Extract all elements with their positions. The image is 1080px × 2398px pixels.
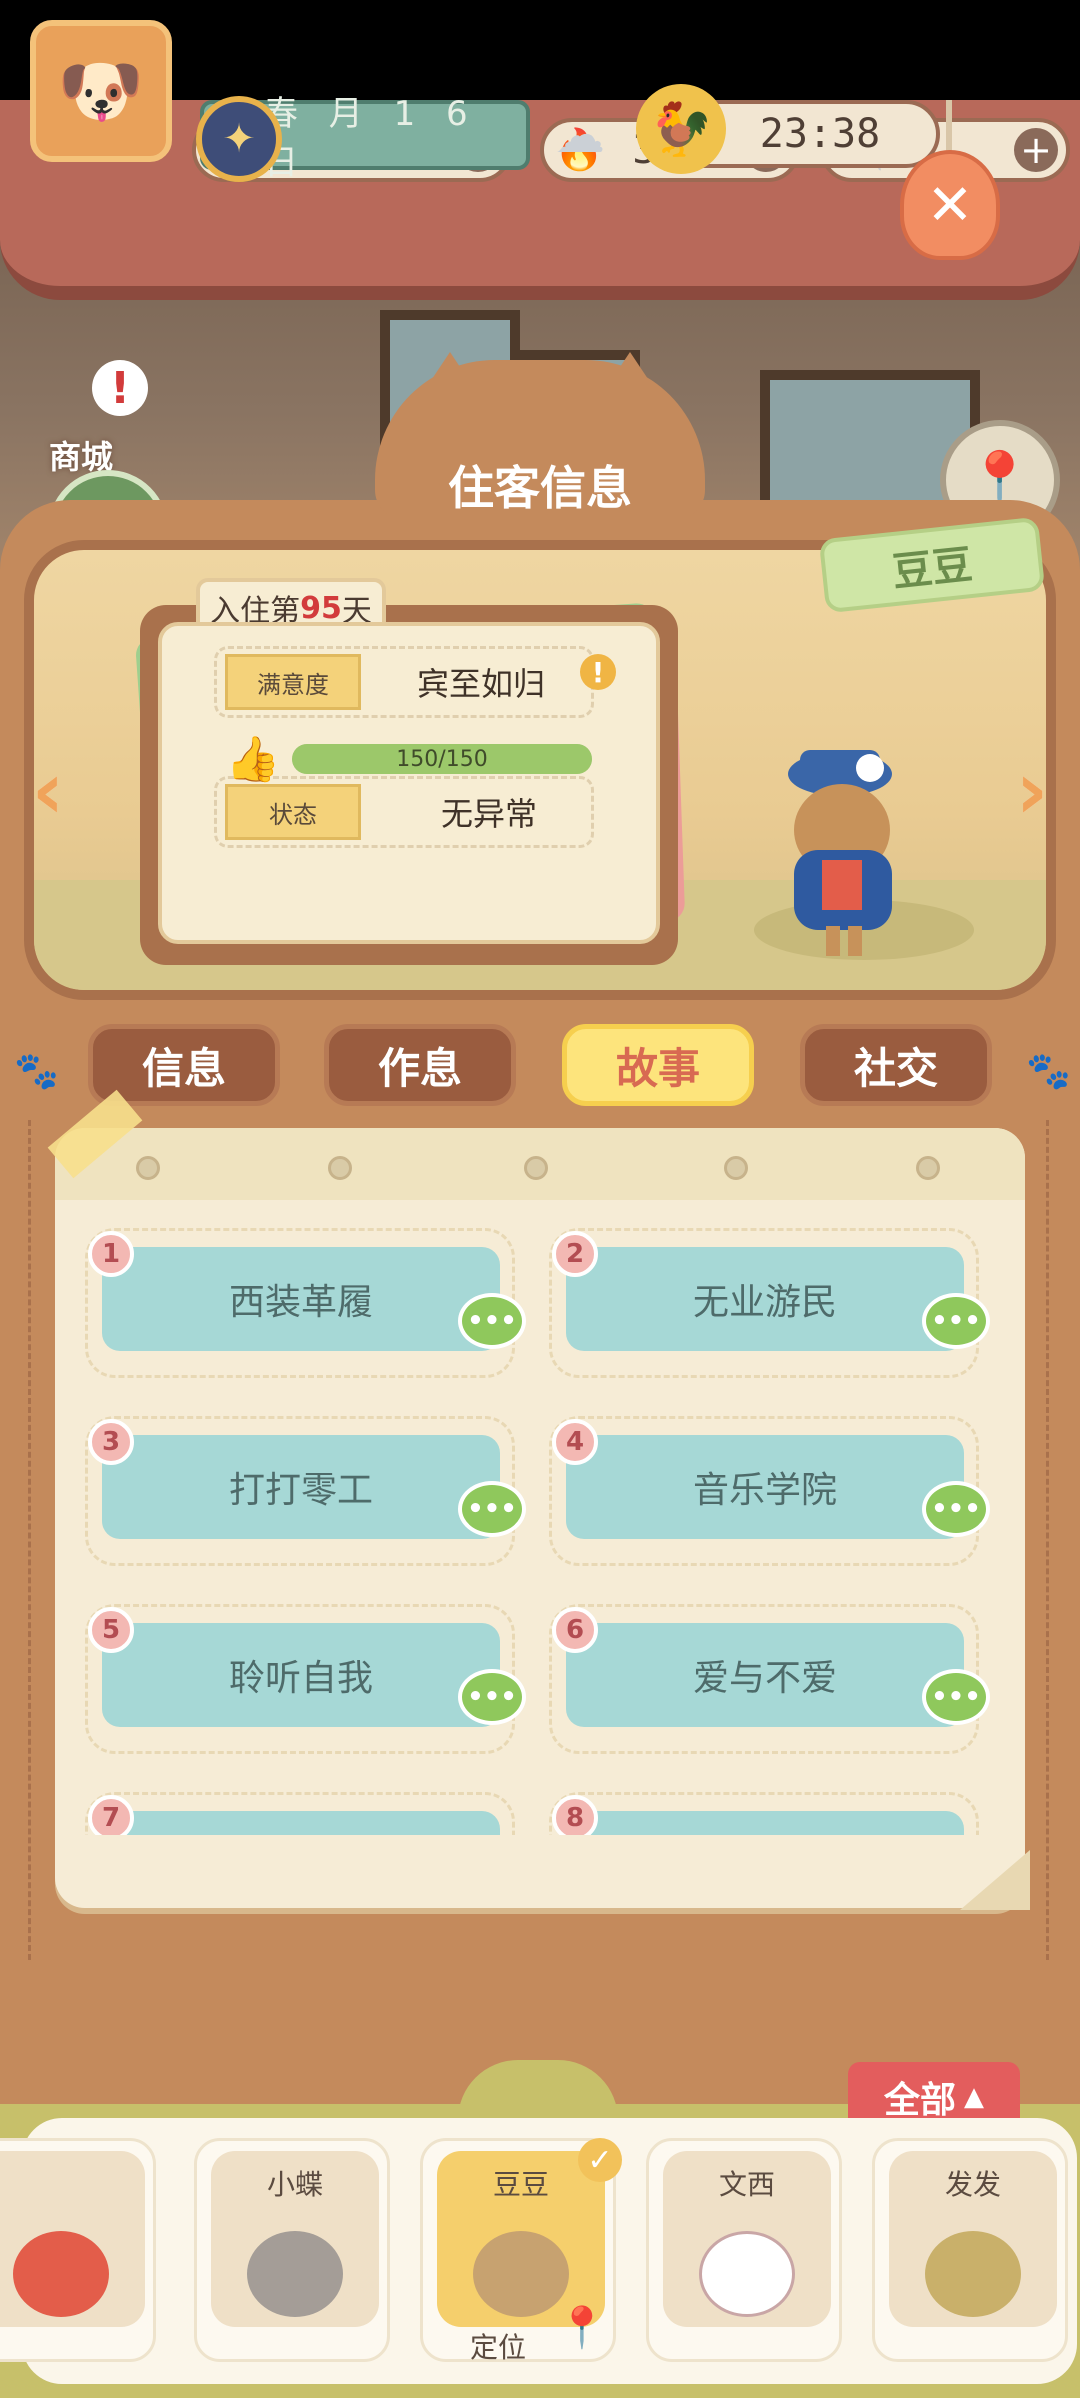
chat-bubble-icon: ••• — [922, 1293, 990, 1349]
tab-story[interactable]: 故事 — [562, 1024, 754, 1106]
story-item[interactable]: 聆听自我 5 ••• — [85, 1604, 526, 1754]
dog-avatar-icon: 🐶 — [57, 49, 145, 132]
binder-hole — [916, 1156, 940, 1180]
dashed-border — [28, 1120, 31, 1960]
prev-resident-button[interactable]: ‹ — [8, 740, 88, 840]
resident-name: 文西 — [718, 2168, 775, 2201]
rain-cloud-icon[interactable]: ☁ — [540, 100, 620, 170]
story-number: 1 — [88, 1231, 134, 1277]
check-icon: ✓ — [578, 2138, 622, 2182]
resident-face — [925, 2231, 1021, 2317]
status-value: 无异常 — [441, 795, 538, 833]
story-title — [102, 1811, 500, 1835]
resident-face — [247, 2231, 343, 2317]
clock-time: 23:38 — [759, 111, 881, 157]
close-button[interactable]: ✕ — [900, 150, 1000, 260]
chat-bubble-icon: ••• — [922, 1481, 990, 1537]
stay-days: 95 — [300, 590, 342, 626]
resident-character[interactable] — [760, 740, 930, 970]
chevron-left-icon: ‹ — [31, 743, 65, 837]
story-number: 2 — [552, 1231, 598, 1277]
story-title: 聆听自我 — [102, 1623, 500, 1727]
story-title — [566, 1811, 964, 1835]
rooster-clock-icon: 🐓 — [636, 84, 726, 174]
add-feathers-button[interactable]: + — [1014, 128, 1058, 172]
shop-alert-icon: ! — [92, 360, 148, 416]
story-number: 8 — [552, 1795, 598, 1835]
panel-title: 住客信息 — [448, 461, 632, 515]
tab-schedule[interactable]: 作息 — [324, 1024, 516, 1106]
chat-bubble-icon: ••• — [458, 1669, 526, 1725]
paw-icon: 🐾 — [1026, 1051, 1071, 1092]
tab-info-label: 信息 — [141, 1043, 226, 1093]
story-number: 7 — [88, 1795, 134, 1835]
resident-name: 小蝶 — [266, 2168, 323, 2201]
story-number: 6 — [552, 1607, 598, 1653]
dashed-border — [1046, 1120, 1049, 1960]
story-item[interactable]: 音乐学院 4 ••• — [549, 1416, 990, 1566]
satisfaction-progress-bar: 150/150 — [292, 744, 592, 774]
story-item[interactable]: 8 — [549, 1792, 979, 1835]
resident-face — [13, 2231, 109, 2317]
story-title: 打打零工 — [102, 1435, 500, 1539]
resident-face — [473, 2231, 569, 2317]
resident-card[interactable] — [0, 2138, 156, 2362]
chat-bubble-icon: ••• — [922, 1669, 990, 1725]
story-title: 音乐学院 — [566, 1435, 964, 1539]
thumbs-up-icon: 👍 — [225, 734, 281, 785]
satisfaction-label: 满意度 — [225, 654, 361, 710]
story-title: 西装革履 — [102, 1247, 500, 1351]
location-pin-icon[interactable]: 📍 — [557, 2302, 607, 2352]
story-item[interactable]: 打打零工 3 ••• — [85, 1416, 526, 1566]
next-resident-button[interactable]: › — [992, 740, 1072, 840]
paw-icon: 🐾 — [14, 1051, 59, 1092]
tab-story-label: 故事 — [615, 1043, 700, 1093]
satisfaction-alert-icon[interactable]: ! — [580, 654, 616, 690]
tab-social-label: 社交 — [853, 1043, 938, 1093]
player-avatar[interactable]: 🐶 — [30, 20, 172, 162]
chevron-up-icon: ▲ — [964, 2082, 984, 2112]
story-title: 爱与不爱 — [566, 1623, 964, 1727]
resident-card[interactable]: 文西 — [646, 2138, 842, 2362]
status-label: 状态 — [225, 784, 361, 840]
story-number: 5 — [88, 1607, 134, 1653]
progress-text: 150/150 — [396, 746, 488, 772]
binder-hole — [524, 1156, 548, 1180]
story-number: 4 — [552, 1419, 598, 1465]
resident-name: 发发 — [944, 2168, 1001, 2201]
potato-noble-sprite — [788, 750, 892, 956]
close-icon: ✕ — [926, 172, 974, 238]
story-list[interactable]: 西装革履 1 ••• 无业游民 2 ••• 打打零工 3 ••• 音乐学院 4 … — [85, 1220, 995, 1835]
binder-hole — [724, 1156, 748, 1180]
tab-social[interactable]: 社交 — [800, 1024, 992, 1106]
season-date: 春 月 1 6 日 — [264, 94, 478, 183]
satisfaction-value: 宾至如归 — [417, 665, 546, 703]
locate-label[interactable]: 定位 — [470, 2326, 526, 2366]
chat-bubble-icon: ••• — [458, 1293, 526, 1349]
season-compass-icon: ✦ — [196, 96, 282, 182]
story-item[interactable]: 爱与不爱 6 ••• — [549, 1604, 990, 1754]
satisfaction-row: 满意度 宾至如归 — [214, 646, 594, 718]
story-item[interactable]: 无业游民 2 ••• — [549, 1228, 990, 1378]
story-item[interactable]: 西装革履 1 ••• — [85, 1228, 526, 1378]
chat-bubble-icon: ••• — [458, 1481, 526, 1537]
story-title: 无业游民 — [566, 1247, 964, 1351]
binder-hole — [136, 1156, 160, 1180]
story-item[interactable]: 7 — [85, 1792, 515, 1835]
story-number: 3 — [88, 1419, 134, 1465]
all-button-label: 全部 — [883, 2080, 956, 2121]
tab-schedule-label: 作息 — [377, 1043, 462, 1093]
resident-card[interactable]: 发发 — [872, 2138, 1068, 2362]
resident-card[interactable]: 小蝶 — [194, 2138, 390, 2362]
binder-hole — [328, 1156, 352, 1180]
resident-face — [699, 2231, 795, 2317]
resident-name: 豆豆 — [890, 541, 975, 597]
status-row: 状态 无异常 — [214, 776, 594, 848]
chevron-right-icon: › — [1015, 743, 1049, 837]
